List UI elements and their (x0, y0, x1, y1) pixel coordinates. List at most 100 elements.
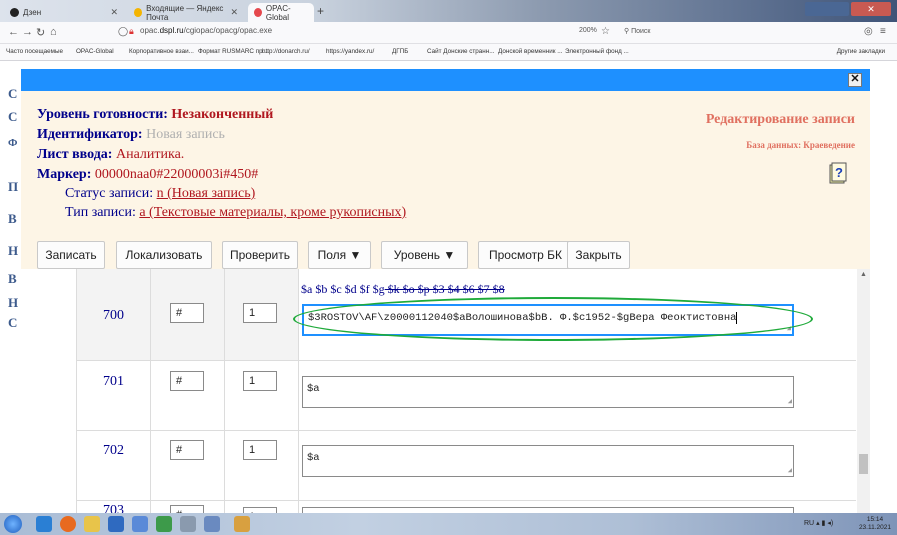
word-icon[interactable] (108, 516, 124, 532)
back-icon[interactable]: ← (8, 26, 19, 38)
page-left-strip: С С Ф П В Н В Н С (0, 61, 20, 513)
window-controls[interactable] (805, 2, 849, 16)
card-preview-button[interactable]: Просмотр БК (478, 241, 573, 269)
zoom-level[interactable]: 200% (579, 27, 597, 34)
page-letter: С (8, 109, 18, 124)
scroll-up-icon[interactable]: ▲ (860, 271, 867, 278)
search-placeholder: Поиск (631, 28, 651, 35)
indicator-2-input[interactable]: 1 (243, 371, 277, 391)
close-tab-icon[interactable]: ✕ (230, 7, 238, 18)
field-701-text: $a (307, 383, 320, 395)
grid-scrollbar[interactable] (857, 269, 870, 513)
close-tab-icon[interactable]: ✕ (110, 7, 118, 18)
tab-dzen[interactable]: Дзен ✕ (4, 3, 124, 22)
field-tag-700: 700 (103, 308, 124, 323)
annotation-ellipse (293, 297, 813, 341)
resize-handle-icon[interactable]: ◢ (788, 466, 792, 475)
menu-icon[interactable]: ≡ (880, 26, 886, 37)
new-tab-button[interactable]: + (317, 4, 324, 18)
fields-dropdown-button[interactable]: Поля ▼ (308, 241, 371, 269)
dialog-close-button[interactable]: ✕ (848, 73, 862, 87)
shield-icon[interactable]: ◯ (118, 26, 128, 37)
other-bookmarks[interactable]: Другие закладки (837, 48, 885, 55)
reload-icon[interactable]: ↻ (36, 26, 45, 39)
navigation-bar: ← → ↻ ⌂ ◯ 🔒︎ opac.dspl.ru/cgiopac/opacg/… (0, 22, 897, 44)
record-type-label: Тип записи: (65, 205, 136, 220)
bookmark-item[interactable]: http://donarch.ru/ (262, 48, 310, 55)
grid-divider (150, 269, 151, 513)
bookmark-item[interactable]: https://yandex.ru/ (326, 48, 374, 55)
app-icon[interactable] (204, 516, 220, 532)
record-type-link[interactable]: a (Текстовые материалы, кроме рукописных… (139, 205, 406, 220)
taskbar-clock[interactable]: 15:14 23.11.2021 (859, 516, 891, 532)
search-input[interactable]: ⚲ Поиск (624, 27, 650, 35)
subfield-hints: $a $b $c $d $f $g $k $o $p $3 $4 $6 $7 $… (301, 282, 505, 297)
field-tag-703: 703 (103, 503, 124, 513)
record-status-line: Статус записи: n (Новая запись) (65, 186, 255, 202)
tab-yandex-mail[interactable]: Входящие — Яндекс Почта ✕ (128, 3, 244, 22)
ie-icon[interactable] (36, 516, 52, 532)
forward-icon[interactable]: → (22, 26, 33, 38)
window-close-button[interactable]: ✕ (851, 2, 891, 16)
excel-icon[interactable] (156, 516, 172, 532)
bookmark-item[interactable]: OPAC-Global (76, 48, 114, 55)
field-702-text: $a (307, 452, 320, 464)
input-sheet-label: Лист ввода: (37, 147, 113, 162)
grid-divider (224, 269, 225, 513)
system-tray[interactable]: RU ▴ ▮ ◂) (804, 519, 833, 527)
firefox-icon[interactable] (60, 516, 76, 532)
start-button[interactable] (4, 515, 22, 533)
pocket-icon[interactable]: ◎ (864, 26, 873, 37)
grid-divider (76, 269, 77, 513)
help-icon[interactable]: ? (829, 162, 848, 184)
grid-row-divider (76, 430, 856, 431)
close-button[interactable]: Закрыть (567, 241, 630, 269)
tab-opac-global[interactable]: OPAC-Global (248, 3, 314, 22)
save-button[interactable]: Записать (37, 241, 105, 269)
mail-favicon-icon (134, 8, 143, 17)
level-dropdown-button[interactable]: Уровень ▼ (381, 241, 468, 269)
indicator-1-input[interactable]: # (170, 371, 204, 391)
bookmark-item[interactable]: Донской временник ... (498, 48, 562, 55)
tab-label: Входящие — Яндекс Почта (146, 3, 224, 22)
bookmark-item[interactable]: ДГПБ (392, 48, 408, 55)
volume-icon[interactable]: ◂) (827, 520, 833, 527)
input-sheet-value: Аналитика. (115, 147, 185, 162)
field-702-value-input[interactable]: $a ◢ (302, 445, 794, 477)
record-status-link[interactable]: n (Новая запись) (157, 186, 256, 201)
app-icon[interactable] (180, 516, 196, 532)
input-sheet-line: Лист ввода: Аналитика. (37, 147, 184, 163)
indicator-2-input[interactable]: 1 (243, 440, 277, 460)
check-button[interactable]: Проверить (222, 241, 298, 269)
marker-line: Маркер: 00000naa0#22000003i#450# (37, 167, 258, 183)
bookmark-item[interactable]: Часто посещаемые (6, 48, 63, 55)
indicator-1-input[interactable]: # (170, 440, 204, 460)
app-icon[interactable] (234, 516, 250, 532)
address-bar[interactable]: opac.dspl.ru/cgiopac/opacg/opac.exe (140, 26, 272, 35)
lock-icon[interactable]: 🔒︎ (129, 26, 134, 37)
indicator-1-input[interactable]: # (170, 303, 204, 323)
indicator-1-input[interactable]: # (170, 505, 204, 513)
page-letter: П (8, 179, 19, 194)
record-status-label: Статус записи: (65, 186, 154, 201)
windows-taskbar: RU ▴ ▮ ◂) 15:14 23.11.2021 (0, 513, 897, 535)
bookmark-item[interactable]: Корпоративное взаи... (129, 48, 194, 55)
grid-row-divider (76, 500, 856, 501)
folder-icon[interactable] (84, 516, 100, 532)
localize-button[interactable]: Локализовать (116, 241, 212, 269)
bookmark-item[interactable]: Формат RUSMARC пр... (198, 48, 268, 55)
edit-record-title: Редактирование записи (705, 112, 855, 127)
bookmark-item[interactable]: Сайт Донские странн... (427, 48, 495, 55)
field-tag-701: 701 (103, 374, 124, 389)
scrollbar-thumb[interactable] (859, 454, 868, 474)
bookmark-star-icon[interactable]: ☆ (601, 26, 610, 37)
language-indicator[interactable]: RU (804, 520, 814, 527)
resize-handle-icon[interactable]: ◢ (788, 397, 792, 406)
home-icon[interactable]: ⌂ (50, 26, 57, 38)
bookmark-item[interactable]: Электронный фонд ... (565, 48, 629, 55)
identifier-line: Идентификатор: Новая запись (37, 127, 225, 143)
field-701-value-input[interactable]: $a ◢ (302, 376, 794, 408)
database-name: База данных: Краеведение (746, 140, 855, 150)
app-icon[interactable] (132, 516, 148, 532)
indicator-2-input[interactable]: 1 (243, 303, 277, 323)
